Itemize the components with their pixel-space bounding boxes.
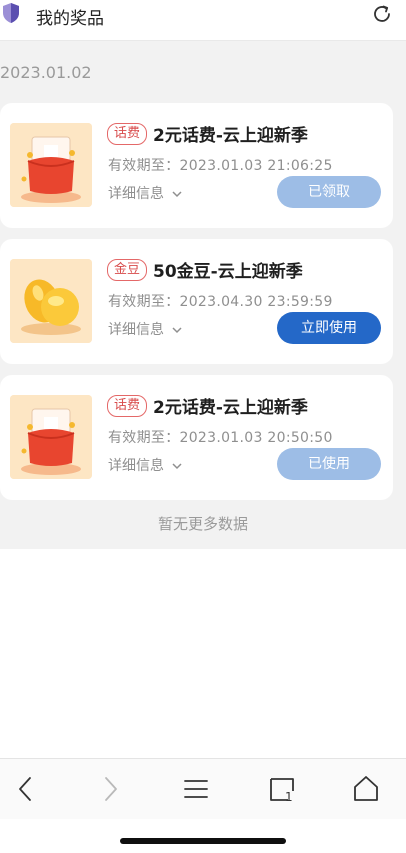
prize-validity: 有效期至：2023.04.30 23:59:59 — [108, 294, 333, 310]
used-button[interactable]: 已使用 — [277, 448, 381, 480]
prize-tag: 金豆 — [107, 259, 148, 281]
refresh-icon[interactable] — [370, 2, 394, 26]
forward-arrow-icon[interactable] — [94, 773, 126, 805]
browser-toolbar: 1 — [0, 758, 406, 819]
tabs-icon: 1 — [270, 778, 294, 804]
detail-toggle[interactable]: 详细信息 — [108, 319, 182, 339]
gold-beans-icon — [10, 259, 92, 343]
prize-card[interactable]: 话费 2元话费-云上迎新季 有效期至：2023.01.03 21:06:25 详… — [0, 103, 393, 228]
detail-toggle[interactable]: 详细信息 — [108, 183, 182, 203]
tabs-button[interactable]: 1 — [266, 773, 298, 805]
home-icon[interactable] — [350, 773, 382, 805]
prize-title: 2元话费-云上迎新季 — [153, 398, 308, 418]
detail-label: 详细信息 — [108, 322, 164, 338]
prize-title: 2元话费-云上迎新季 — [153, 126, 308, 146]
chevron-down-icon — [172, 191, 182, 198]
no-more-data-text: 暂无更多数据 — [157, 515, 248, 533]
prize-tag: 话费 — [107, 123, 148, 145]
shield-icon — [3, 3, 19, 23]
detail-toggle[interactable]: 详细信息 — [108, 455, 182, 475]
menu-icon[interactable] — [180, 773, 212, 805]
tabs-count: 1 — [285, 790, 293, 804]
prize-tag: 话费 — [107, 395, 148, 417]
phone-bill-gift-icon — [10, 395, 92, 479]
use-now-button[interactable]: 立即使用 — [277, 312, 381, 344]
prize-card[interactable]: 金豆 50金豆-云上迎新季 有效期至：2023.04.30 23:59:59 详… — [0, 239, 393, 364]
back-arrow-icon[interactable] — [10, 773, 42, 805]
prize-list-area: 2023.01.02 话费 2元话费-云上迎新季 有效期至：2023.01.03… — [0, 41, 406, 549]
prize-title: 50金豆-云上迎新季 — [153, 262, 303, 282]
date-group-label: 2023.01.02 — [0, 63, 92, 82]
header-bar: 我的奖品 — [0, 0, 406, 41]
detail-label: 详细信息 — [108, 458, 164, 474]
home-indicator — [120, 838, 286, 844]
prize-validity: 有效期至：2023.01.03 20:50:50 — [108, 430, 333, 446]
claimed-button[interactable]: 已领取 — [277, 176, 381, 208]
detail-label: 详细信息 — [108, 186, 164, 202]
page-title: 我的奖品 — [36, 9, 104, 29]
chevron-down-icon — [172, 327, 182, 334]
phone-bill-gift-icon — [10, 123, 92, 207]
chevron-down-icon — [172, 463, 182, 470]
prize-card[interactable]: 话费 2元话费-云上迎新季 有效期至：2023.01.03 20:50:50 详… — [0, 375, 393, 500]
prize-validity: 有效期至：2023.01.03 21:06:25 — [108, 158, 333, 174]
